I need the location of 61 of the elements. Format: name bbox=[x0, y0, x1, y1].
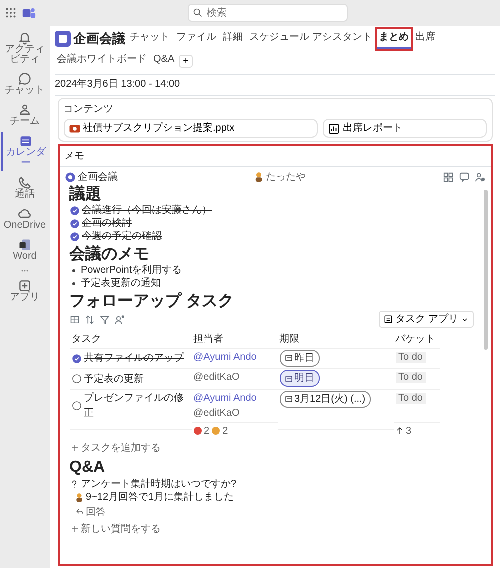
bullet-text: PowerPointを利用する bbox=[81, 264, 182, 278]
tab[interactable]: ファイル bbox=[174, 28, 218, 48]
assignee-link[interactable]: @Ayumi Ando bbox=[194, 390, 276, 406]
bucket-label: To do bbox=[396, 392, 426, 404]
agenda-item: 今週の予定の確認 bbox=[82, 230, 162, 244]
bucket-label: To do bbox=[396, 352, 426, 363]
agenda-item: 会議進行（今回は安藤さん） bbox=[82, 204, 212, 218]
tab[interactable]: 詳細 bbox=[221, 28, 245, 48]
column-header: バケット bbox=[394, 332, 436, 347]
due-date-chip[interactable]: 3月12日(火) (...) bbox=[280, 390, 371, 408]
workspace-name: 企画会議 bbox=[78, 170, 118, 184]
rail-item[interactable]: アプリ bbox=[1, 277, 49, 306]
tab[interactable]: スケジュール アシスタント bbox=[248, 28, 374, 48]
count-label: 2 bbox=[222, 424, 228, 439]
rail-item[interactable]: Word bbox=[1, 236, 49, 264]
question-text: アンケート集計時期はいつですか? bbox=[81, 478, 237, 491]
due-date-chip[interactable]: 明日 bbox=[280, 370, 320, 388]
task-name: 予定表の更新 bbox=[84, 372, 144, 387]
file-item[interactable]: 出席レポート bbox=[323, 119, 486, 138]
column-header: タスク bbox=[70, 332, 102, 347]
assignee-link[interactable]: @editKaO bbox=[194, 370, 276, 386]
due-date-chip[interactable]: 昨日 bbox=[280, 350, 320, 367]
tab[interactable]: チャット bbox=[128, 28, 172, 48]
bucket-label: To do bbox=[396, 372, 426, 384]
heading: 会議のメモ bbox=[70, 246, 150, 264]
column-header: 担当者 bbox=[192, 332, 224, 347]
assignee-link[interactable]: @Ayumi Ando bbox=[194, 350, 276, 365]
rail-item[interactable]: OneDrive bbox=[1, 204, 49, 233]
add-tab-button[interactable]: + bbox=[179, 54, 193, 68]
assignee-link[interactable]: @editKaO bbox=[194, 406, 276, 421]
rail-item[interactable]: カレンダー bbox=[1, 132, 49, 171]
agenda-item: 企画の検討 bbox=[82, 217, 132, 230]
tab[interactable]: 会議ホワイトボード bbox=[55, 51, 149, 71]
reply-link[interactable]: 回答 bbox=[70, 504, 107, 521]
column-header: 期限 bbox=[278, 332, 300, 347]
new-question-link[interactable]: 新しい質問をする bbox=[70, 520, 162, 538]
task-name: 共有ファイルのアップ bbox=[84, 352, 184, 366]
search-field[interactable]: 検索 bbox=[188, 4, 348, 22]
content-title: コンテンツ bbox=[64, 102, 114, 116]
heading: 議題 bbox=[70, 186, 102, 204]
file-item[interactable]: 社債サブスクリプション提案.pptx bbox=[64, 119, 318, 138]
heading: フォローアップ タスク bbox=[70, 292, 235, 310]
count-label: 3 bbox=[406, 424, 412, 439]
meeting-title: 企画会議 bbox=[74, 30, 126, 48]
bullet-text: 予定表更新の通知 bbox=[81, 277, 161, 290]
tab[interactable]: Q&A bbox=[152, 51, 177, 71]
add-task-link[interactable]: タスクを追加する bbox=[70, 440, 162, 457]
tab[interactable]: まとめ bbox=[376, 28, 411, 48]
task-app-button[interactable]: タスク アプリ bbox=[379, 311, 474, 328]
heading: Q&A bbox=[70, 459, 106, 477]
rail-item[interactable]: 通話 bbox=[1, 174, 49, 202]
tab[interactable]: 出席 bbox=[413, 28, 438, 48]
rail-item[interactable]: チャット bbox=[1, 70, 49, 98]
meeting-date: 2024年3月6日 13:00 - 14:00 bbox=[55, 74, 495, 96]
task-name: プレゼンファイルの修正 bbox=[84, 392, 185, 421]
notes-title: メモ bbox=[60, 146, 490, 167]
rail-item[interactable]: チーム bbox=[1, 101, 49, 130]
count-label: 2 bbox=[204, 424, 210, 439]
answer-text: 9~12月回答で1月に集計しました bbox=[86, 490, 234, 504]
user-name: たったや bbox=[266, 170, 306, 184]
rail-item[interactable]: アクティビティ bbox=[1, 28, 49, 68]
